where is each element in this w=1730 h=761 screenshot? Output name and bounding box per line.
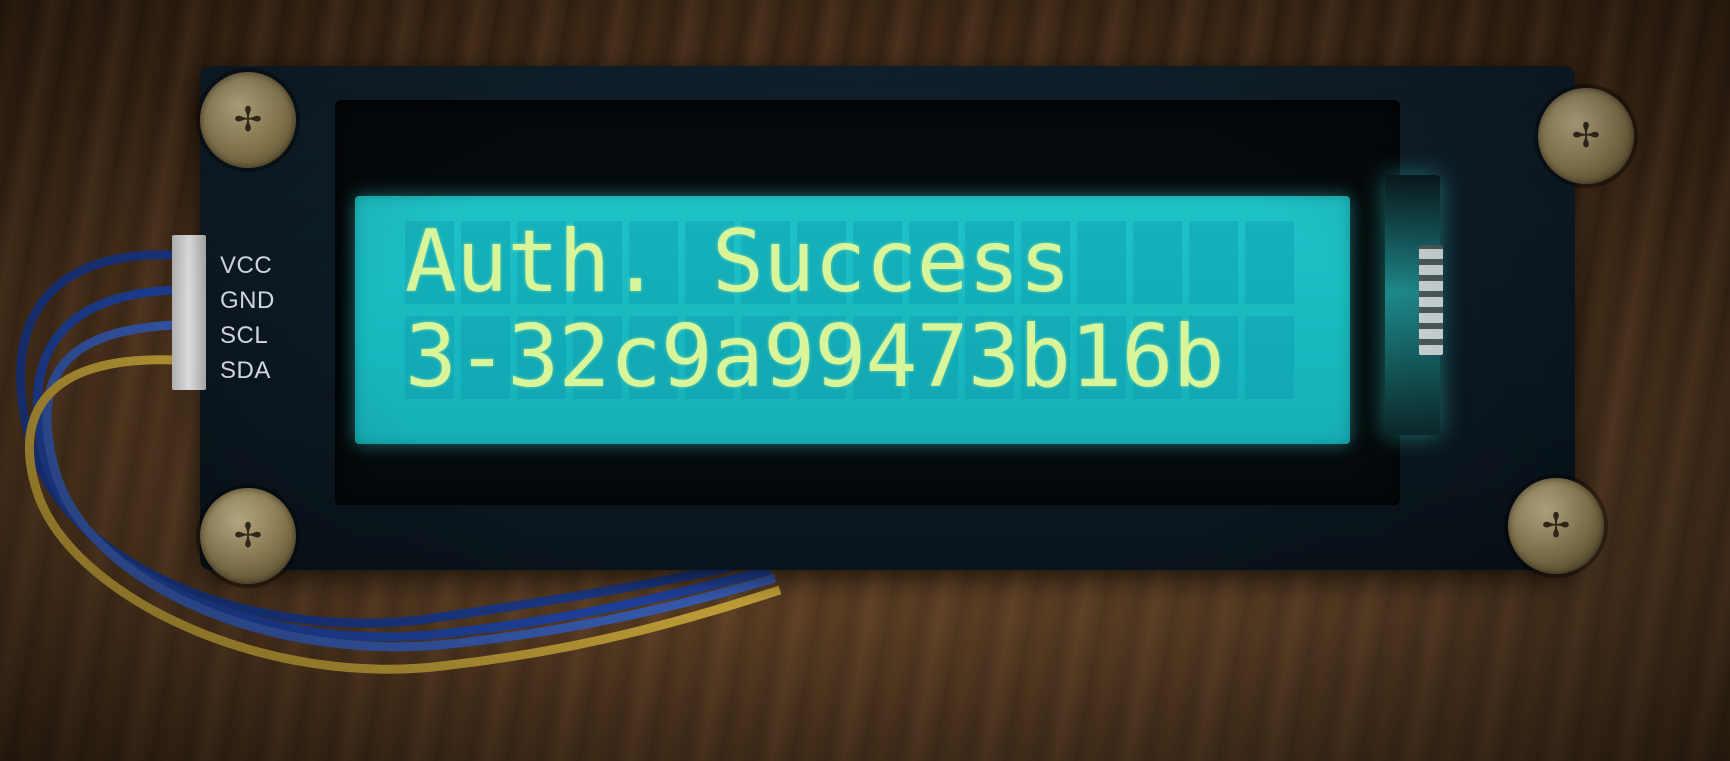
screw-icon: ✢ [1508,478,1604,574]
lcd-cell [1245,221,1294,304]
lcd-line-2: 3-32c9a99473b16b [405,307,1224,407]
pin-label-vcc: VCC [220,252,273,279]
lcd-line-1: Auth. Success [405,212,1071,312]
pin-label-gnd: GND [220,287,275,314]
lcd-cell [1077,221,1126,304]
lcd-cell [1189,221,1238,304]
lcd-cell [1133,221,1182,304]
photo-scene: VCC GND SCL SDA ✢ ✢ ✢ ✢ Auth. Success 3-… [0,0,1730,761]
pin-label-scl: SCL [220,322,269,349]
backlight-connector [1385,175,1443,435]
screw-icon: ✢ [1538,88,1634,184]
pin-header [172,235,206,390]
lcd-cell [1245,316,1294,399]
screw-icon: ✢ [200,72,296,168]
screw-icon: ✢ [200,488,296,584]
pin-label-sda: SDA [220,357,271,384]
lcd-screen: Auth. Success 3-32c9a99473b16b [355,196,1350,444]
